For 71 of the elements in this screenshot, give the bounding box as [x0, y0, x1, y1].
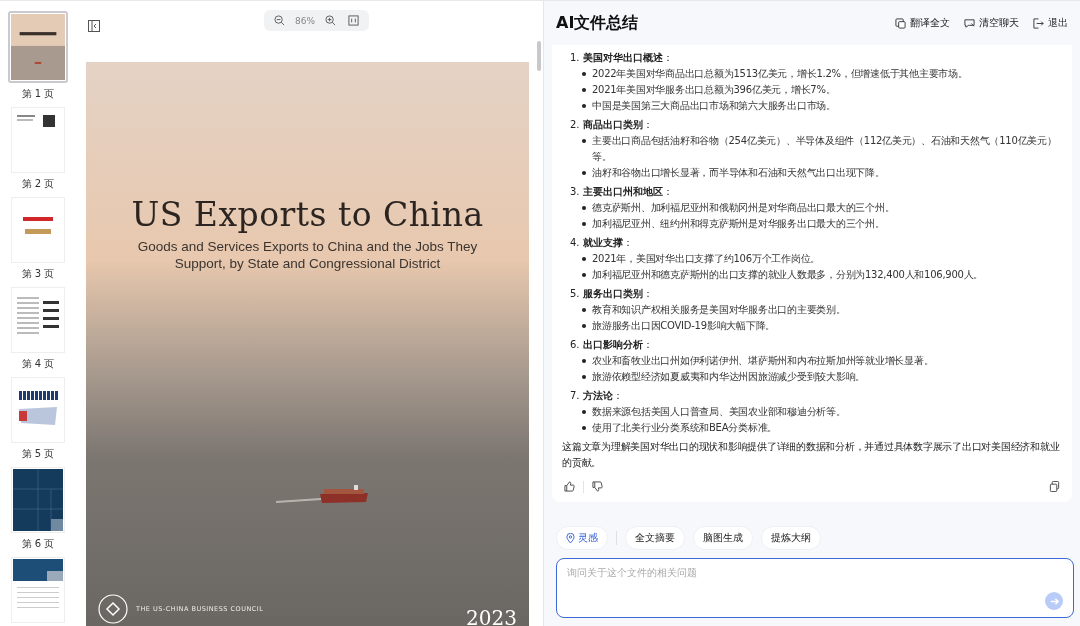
bullet-dot [582, 324, 586, 328]
page-label: 第 1 页 [21, 87, 55, 101]
bullet-text: 2022年美国对华商品出口总额为1513亿美元，增长1.2%，但增速低于其他主要市场。 [592, 67, 968, 81]
page-label: 第 4 页 [21, 357, 55, 371]
thumbs-down-icon[interactable] [590, 479, 605, 494]
bullet-text: 中国是美国第三大商品出口市场和第六大服务出口市场。 [592, 99, 836, 113]
chat-clear-icon [964, 17, 975, 29]
page-label: 第 2 页 [21, 177, 55, 191]
translate-icon [895, 17, 906, 29]
header-action-button[interactable]: 翻译全文 [895, 16, 950, 30]
bullet-dot [582, 222, 586, 226]
section-heading: 2. 商品出口类别： [569, 118, 654, 132]
bullet-text: 德克萨斯州、加利福尼亚州和俄勒冈州是对华商品出口最大的三个州。 [592, 201, 895, 215]
section-heading: 6. 出口影响分析： [569, 338, 654, 352]
bullet-text: 农业和畜牧业出口州如伊利诺伊州、堪萨斯州和内布拉斯加州等就业增长显著。 [592, 354, 934, 368]
bullet-text: 油籽和谷物出口增长显著，而半导体和石油和天然气出口出现下降。 [592, 166, 885, 180]
bullet-text: 加利福尼亚州、纽约州和得克萨斯州是对华服务出口最大的三个州。 [592, 217, 885, 231]
bullet-dot [582, 104, 586, 108]
header-action-button[interactable]: 退出 [1033, 16, 1068, 30]
bullet-text: 数据来源包括美国人口普查局、美国农业部和穆迪分析等。 [592, 405, 846, 419]
bullet-text: 加利福尼亚州和德克萨斯州的出口支撑的就业人数最多，分别为132,400人和106,900人。 [592, 268, 984, 282]
exit-icon [1033, 17, 1044, 29]
bullet-dot [582, 171, 586, 175]
sidebar-toggle-icon[interactable] [86, 18, 102, 34]
suggestion-chip[interactable]: 全文摘要 [625, 526, 685, 550]
zoom-out-icon[interactable] [272, 13, 287, 28]
bullet-dot [582, 359, 586, 363]
bullet-dot [582, 139, 586, 143]
cover-title: US Exports to China [131, 195, 484, 234]
section-heading: 1. 美国对华出口概述： [569, 51, 674, 65]
bullet-dot [582, 410, 586, 414]
cover-subtitle: Goods and Services Exports to China and the Jobs They Support, by State and Congressional District [136, 238, 479, 272]
fit-page-icon[interactable] [346, 13, 361, 28]
suggestion-chip[interactable]: 脑图生成 [693, 526, 753, 550]
bullet-text: 使用了北美行业分类系统和BEA分类标准。 [592, 421, 778, 435]
section-heading: 4. 就业支撑： [569, 236, 634, 250]
suggestion-chip[interactable]: 提炼大纲 [761, 526, 821, 550]
page-thumbnail[interactable] [8, 11, 68, 83]
bullet-text: 2021年，美国对华出口支撑了约106万个工作岗位。 [592, 252, 821, 266]
section-heading: 3. 主要出口州和地区： [569, 185, 674, 199]
bullet-dot [582, 72, 586, 76]
cover-year: 2023 [466, 606, 517, 626]
bullet-dot [582, 308, 586, 312]
page-label: 第 5 页 [21, 447, 55, 461]
council-logo-icon [98, 594, 128, 624]
bullet-dot [582, 206, 586, 210]
location-pin-icon [566, 532, 575, 544]
bullet-text: 教育和知识产权相关服务是美国对华服务出口的主要类别。 [592, 303, 846, 317]
page-label: 第 3 页 [21, 267, 55, 281]
zoom-in-icon[interactable] [323, 13, 338, 28]
bullet-text: 主要出口商品包括油籽和谷物（254亿美元）、半导体及组件（112亿美元）、石油和天然气（110亿美元）等。 [592, 134, 1058, 164]
bullet-text: 旅游服务出口因COVID-19影响大幅下降。 [592, 319, 775, 333]
section-heading: 7. 方法论： [569, 389, 624, 403]
summary-conclusion: 这篇文章为理解美国对华出口的现状和影响提供了详细的数据和分析，并通过具体数字展示了出口对美国经济和就业的贡献。 [562, 440, 1061, 470]
bullet-text: 旅游依赖型经济如夏威夷和内华达州因旅游减少受到较大影响。 [592, 370, 865, 384]
bullet-dot [582, 375, 586, 379]
panel-title: AI文件总结 [556, 12, 639, 34]
header-action-button[interactable]: 清空聊天 [964, 16, 1019, 30]
question-input-field[interactable]: 询问关于这个文件的相关问题 [565, 565, 1043, 580]
bullet-dot [582, 88, 586, 92]
bullet-dot [582, 426, 586, 430]
suggestion-chip[interactable]: 灵感 [556, 526, 608, 550]
bullet-text: 2021年美国对华服务出口总额为396亿美元，增长7%。 [592, 83, 836, 97]
bullet-dot [582, 273, 586, 277]
copy-icon[interactable] [1047, 479, 1062, 494]
bullet-dot [582, 257, 586, 261]
scrollbar[interactable] [537, 41, 541, 71]
thumbs-up-icon[interactable] [562, 479, 577, 494]
section-heading: 5. 服务出口类别： [569, 287, 654, 301]
zoom-level: 86% [295, 15, 315, 26]
page-label: 第 6 页 [21, 537, 55, 551]
